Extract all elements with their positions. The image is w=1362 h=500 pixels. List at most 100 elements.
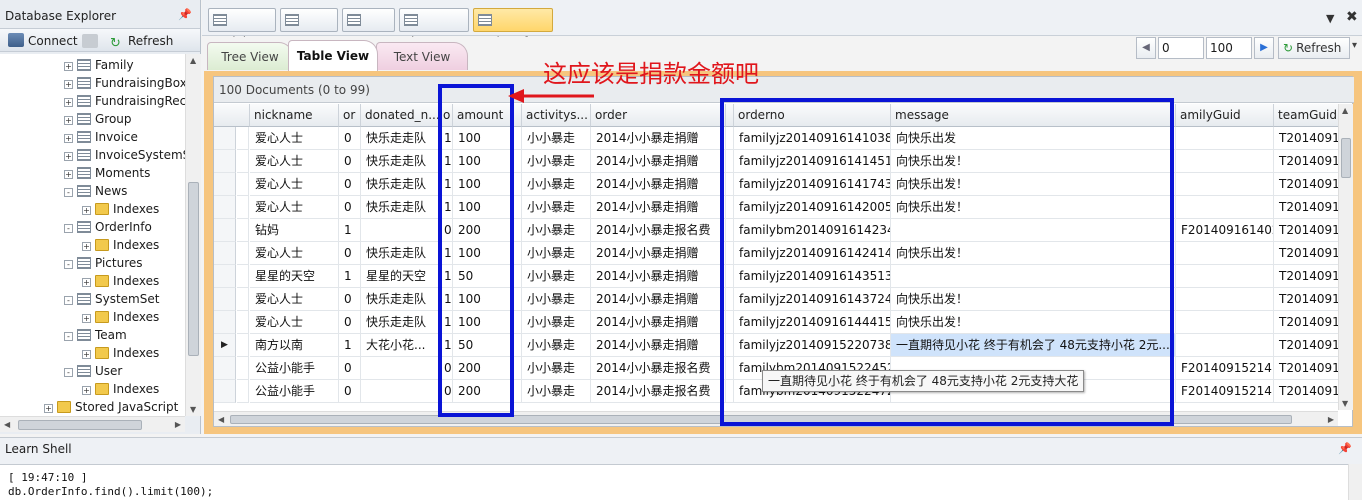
table-cell[interactable]: 0 [339, 311, 361, 334]
tree-node[interactable]: - User [64, 362, 122, 380]
table-cell[interactable]: 小小暴走 [522, 242, 591, 265]
table-cell[interactable]: 1 [339, 334, 361, 357]
prev-page-button[interactable]: ◀ [1136, 37, 1156, 59]
table-cell[interactable] [361, 357, 439, 380]
tree-node[interactable]: - Team [64, 326, 127, 344]
table-cell[interactable]: 0 [339, 242, 361, 265]
table-cell[interactable]: 星星的天空 [361, 265, 439, 288]
table-cell[interactable] [1176, 311, 1274, 334]
table-cell[interactable]: T20140916081 [1274, 288, 1338, 311]
expand-icon[interactable]: + [64, 134, 73, 143]
tree-node[interactable]: - Pictures [64, 254, 143, 272]
tab-news[interactable]: News [280, 8, 338, 49]
tree-node[interactable]: + Indexes [82, 344, 159, 362]
tree-node[interactable]: + Indexes [82, 272, 159, 290]
table-cell[interactable]: 星星的天空 [250, 265, 339, 288]
table-cell[interactable]: 小小暴走 [522, 127, 591, 150]
table-cell[interactable] [1176, 242, 1274, 265]
table-cell[interactable]: 2014小小暴走报名费 [591, 357, 726, 380]
explorer-refresh-button[interactable]: ↻ Refresh [110, 32, 173, 51]
row-selector[interactable] [214, 173, 236, 196]
table-cell[interactable]: 快乐走走队 [361, 288, 439, 311]
table-cell[interactable] [1176, 288, 1274, 311]
tree-node[interactable]: + FundraisingBox [64, 74, 185, 92]
grid-vertical-scrollbar[interactable]: ▲ ▼ [1338, 104, 1353, 410]
tree-hscroll-thumb[interactable] [18, 420, 142, 430]
grid-refresh-button[interactable]: ↻ Refresh [1278, 37, 1350, 59]
table-cell[interactable]: 小小暴走 [522, 265, 591, 288]
collapse-icon[interactable]: - [64, 188, 73, 197]
column-header[interactable]: activitys... [522, 104, 591, 127]
collapse-icon[interactable]: - [64, 368, 73, 377]
close-icon[interactable]: ✖ [1346, 9, 1358, 25]
table-cell[interactable]: 爱心人士 [250, 311, 339, 334]
table-cell[interactable] [1176, 127, 1274, 150]
row-selector[interactable] [214, 196, 236, 219]
tab-tree-view[interactable]: Tree View [207, 42, 293, 70]
pin-icon[interactable]: 📌 [178, 8, 192, 21]
table-cell[interactable]: 小小暴走 [522, 173, 591, 196]
expand-icon[interactable]: + [82, 206, 91, 215]
tab-activity[interactable]: Activity [208, 8, 276, 49]
tree-node[interactable]: + Indexes [82, 380, 159, 398]
row-selector[interactable] [214, 219, 236, 242]
table-cell[interactable]: 0 [339, 380, 361, 403]
table-cell[interactable] [1176, 265, 1274, 288]
table-cell[interactable]: 快乐走走队 [361, 196, 439, 219]
table-cell[interactable]: 小小暴走 [522, 150, 591, 173]
column-header[interactable]: or [339, 104, 361, 127]
row-selector[interactable] [214, 127, 236, 150]
tree-node[interactable]: + Indexes [82, 236, 159, 254]
table-cell[interactable]: 爱心人士 [250, 173, 339, 196]
table-cell[interactable]: 2014小小暴走捐赠 [591, 196, 726, 219]
row-selector[interactable] [214, 357, 236, 380]
column-header[interactable]: donated_n... [361, 104, 439, 127]
table-cell[interactable]: T20140916081 [1274, 150, 1338, 173]
expand-icon[interactable]: + [64, 170, 73, 179]
connect-button[interactable]: Connect [8, 32, 78, 50]
table-cell[interactable]: 钻妈 [250, 219, 339, 242]
expand-icon[interactable]: + [82, 314, 91, 323]
column-header[interactable]: nickname [250, 104, 339, 127]
expand-icon[interactable]: + [64, 98, 73, 107]
expand-icon[interactable]: + [64, 62, 73, 71]
table-cell[interactable]: 2014小小暴走报名费 [591, 219, 726, 242]
expand-icon[interactable]: + [64, 152, 73, 161]
row-selector[interactable] [214, 380, 236, 403]
collapse-icon[interactable]: - [64, 224, 73, 233]
tab-pictures[interactable]: Pictures [399, 8, 469, 49]
expand-icon[interactable]: + [82, 242, 91, 251]
tab-table-view[interactable]: Table View [288, 40, 378, 71]
pin-icon[interactable]: 📌 [1338, 442, 1352, 455]
tree-node[interactable]: + Invoice [64, 128, 138, 146]
next-page-button[interactable]: ▶ [1254, 37, 1274, 59]
collapse-icon[interactable]: - [64, 260, 73, 269]
table-cell[interactable]: 爱心人士 [250, 242, 339, 265]
table-cell[interactable]: 爱心人士 [250, 288, 339, 311]
table-cell[interactable]: 小小暴走 [522, 334, 591, 357]
tree-node[interactable]: - OrderInfo [64, 218, 152, 236]
tree-node[interactable]: + Indexes [82, 308, 159, 326]
table-cell[interactable]: 2014小小暴走捐赠 [591, 127, 726, 150]
more-icon[interactable]: ▾ [1352, 40, 1357, 51]
expand-icon[interactable]: + [82, 350, 91, 359]
table-cell[interactable]: 公益小能手 [250, 380, 339, 403]
table-cell[interactable]: 0 [339, 127, 361, 150]
table-cell[interactable]: 爱心人士 [250, 127, 339, 150]
tree-node[interactable]: + Indexes [82, 200, 159, 218]
row-selector[interactable]: ▶ [214, 334, 236, 357]
table-cell[interactable]: T20140916081 [1274, 242, 1338, 265]
table-cell[interactable]: 爱心人士 [250, 196, 339, 219]
table-cell[interactable]: 2014小小暴走捐赠 [591, 288, 726, 311]
shell-output[interactable]: [ 19:47:10 ] db.OrderInfo.find().limit(1… [0, 464, 1348, 500]
expand-icon[interactable]: + [64, 80, 73, 89]
expand-icon[interactable]: + [64, 116, 73, 125]
table-cell[interactable]: 小小暴走 [522, 219, 591, 242]
table-cell[interactable]: T201409161 [1274, 219, 1338, 242]
table-cell[interactable]: F20140915214B... [1176, 357, 1274, 380]
grid-scroll-thumb[interactable] [1341, 138, 1351, 178]
column-header[interactable]: amilyGuid [1176, 104, 1274, 127]
tree-vertical-scrollbar[interactable]: ▲ ▼ [185, 54, 201, 416]
table-cell[interactable]: T20140916081 [1274, 311, 1338, 334]
tree-node[interactable]: + Stored JavaScript [44, 398, 178, 416]
